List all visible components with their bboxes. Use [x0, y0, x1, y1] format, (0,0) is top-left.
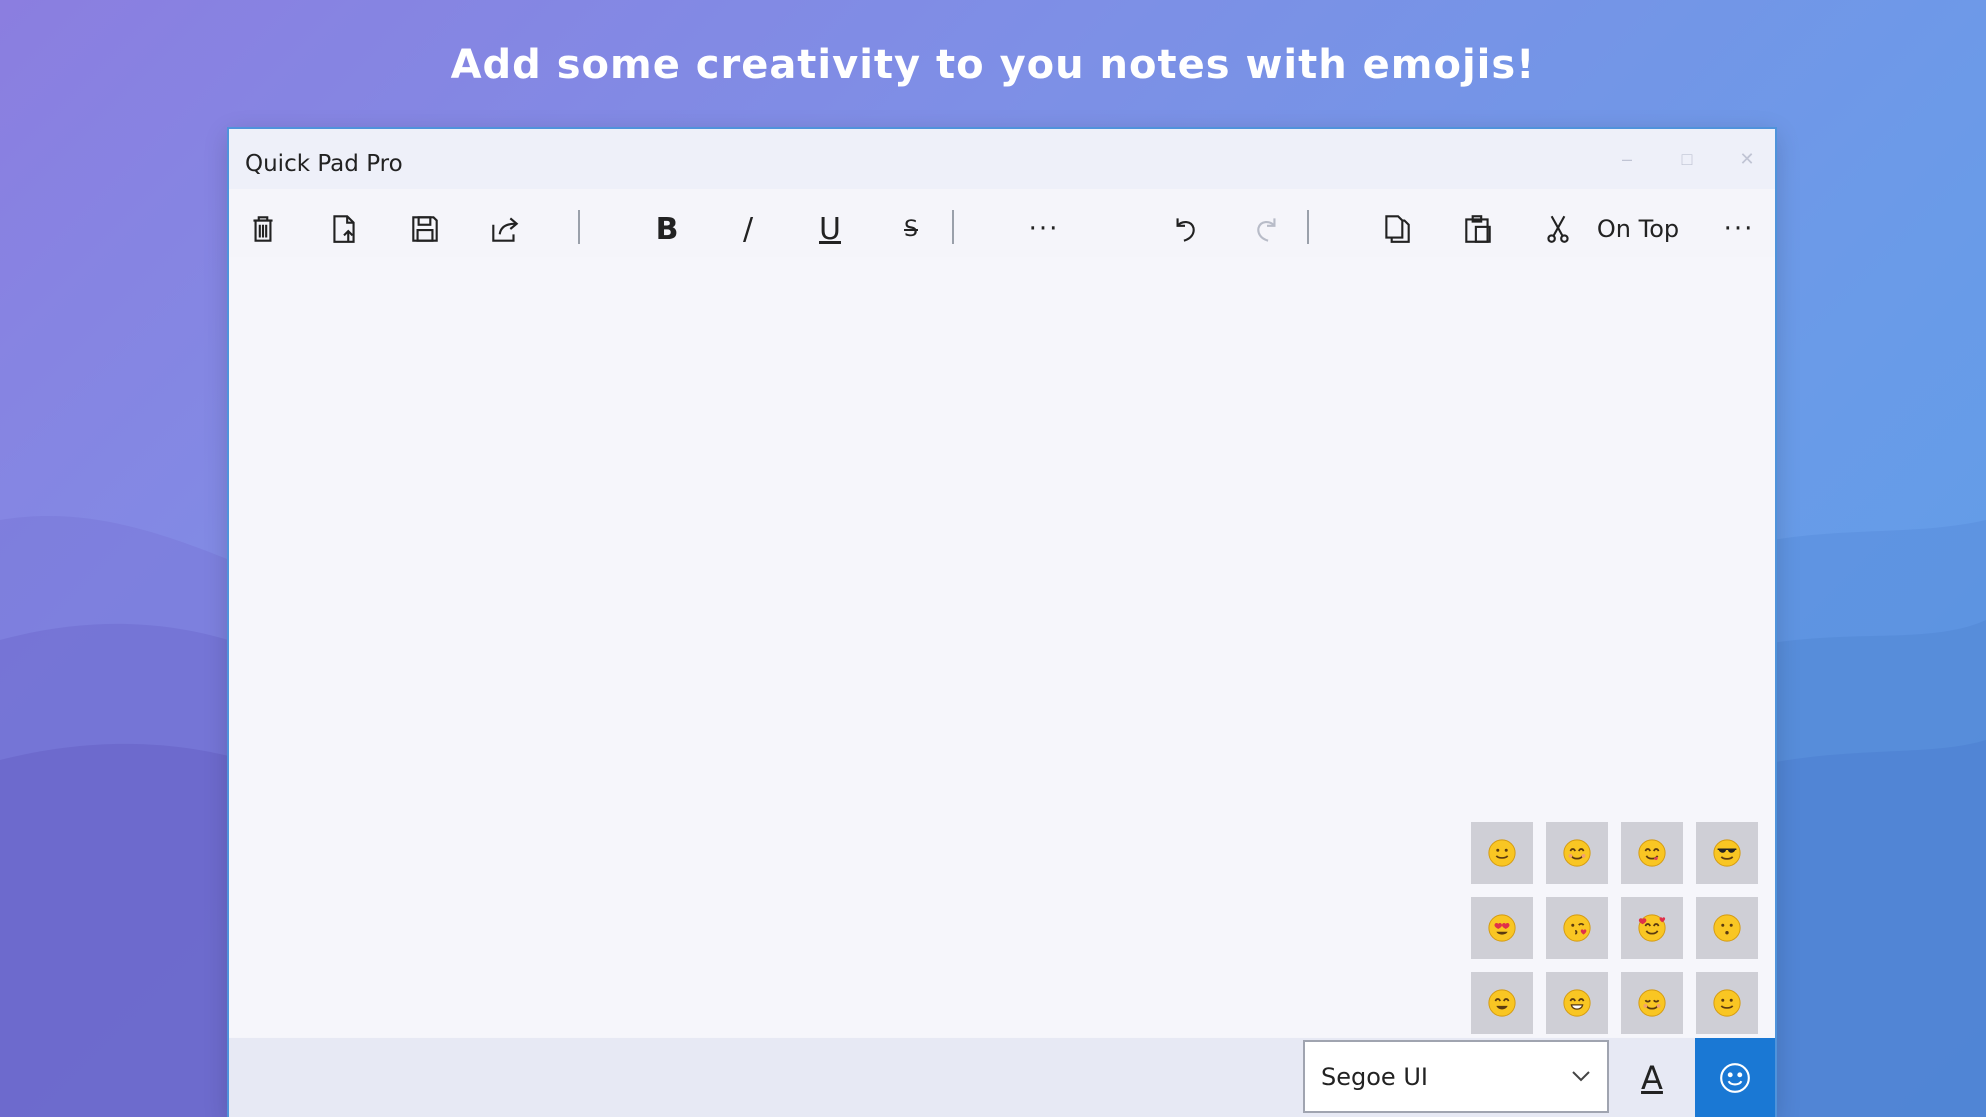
- bold-button[interactable]: B: [635, 203, 699, 255]
- strikethrough-icon: S: [904, 216, 918, 242]
- copy-icon: [1385, 215, 1410, 243]
- emoji-smiling-face-with-heart-eyes[interactable]: [1471, 897, 1533, 959]
- emoji-face-blowing-a-kiss[interactable]: [1546, 897, 1608, 959]
- face-savoring-food-icon: [1638, 839, 1666, 867]
- emoji-picker-panel: [1471, 822, 1775, 1044]
- delete-icon: [253, 216, 273, 242]
- undo-icon: [1176, 218, 1195, 242]
- minimize-button[interactable]: –: [1597, 141, 1657, 177]
- save-button[interactable]: [393, 203, 457, 255]
- emoji-smiling-face-with-sunglasses[interactable]: [1696, 822, 1758, 884]
- emoji-smiling-face-with-hearts[interactable]: [1621, 897, 1683, 959]
- smiling-face-with-smiling-eyes-icon: [1563, 839, 1591, 867]
- toolbar-separator: [578, 210, 580, 244]
- emoji-icon: [1720, 1062, 1750, 1093]
- font-family-value: Segoe UI: [1321, 1062, 1428, 1091]
- emoji-slightly-smiling-face[interactable]: [1696, 972, 1758, 1034]
- new-document-icon: [333, 215, 355, 243]
- font-family-select[interactable]: Segoe UI: [1303, 1040, 1609, 1113]
- smiling-face-with-heart-eyes-icon: [1488, 914, 1516, 942]
- cut-icon: [1547, 215, 1569, 243]
- hushed-face-icon: [1713, 914, 1741, 942]
- underline-button[interactable]: U: [798, 203, 862, 255]
- cut-button[interactable]: [1526, 203, 1590, 255]
- close-button[interactable]: ✕: [1717, 141, 1775, 177]
- promo-headline: Add some creativity to you notes with em…: [450, 42, 1536, 88]
- emoji-button[interactable]: [1695, 1038, 1775, 1117]
- copy-button[interactable]: [1365, 203, 1429, 255]
- emoji-smiling-face-with-smiling-eyes[interactable]: [1546, 822, 1608, 884]
- paste-icon: [1465, 215, 1491, 243]
- more-options-icon: ···: [1723, 214, 1755, 244]
- chevron-down-icon: [1572, 1071, 1590, 1082]
- toolbar-separator: [1307, 210, 1309, 244]
- smiling-face-with-hearts-icon: [1638, 914, 1666, 942]
- toolbar-separator: [952, 210, 954, 244]
- underline-icon: U: [819, 211, 841, 247]
- maximize-button[interactable]: □: [1657, 141, 1717, 177]
- delete-button[interactable]: [231, 203, 295, 255]
- emoji-face-savoring-food[interactable]: [1621, 822, 1683, 884]
- title-bar: Quick Pad Pro – □ ✕: [229, 129, 1775, 189]
- emoji-slightly-smiling-face[interactable]: [1471, 822, 1533, 884]
- share-icon: [492, 217, 519, 242]
- emoji-grinning-squinting-face[interactable]: [1471, 972, 1533, 1034]
- emoji-relieved-smiling-face[interactable]: [1621, 972, 1683, 1034]
- share-button[interactable]: [473, 203, 537, 255]
- more-options-button[interactable]: ···: [1707, 203, 1771, 255]
- save-icon: [412, 216, 438, 242]
- redo-icon: [1257, 218, 1276, 242]
- bold-icon: B: [655, 211, 679, 247]
- redo-button[interactable]: [1235, 203, 1299, 255]
- app-title: Quick Pad Pro: [245, 151, 403, 177]
- italic-icon: /: [742, 211, 754, 247]
- new-document-button[interactable]: [312, 203, 376, 255]
- smiling-face-with-sunglasses-icon: [1713, 839, 1741, 867]
- more-formatting-button[interactable]: ···: [1012, 203, 1076, 255]
- more-formatting-icon: ···: [1028, 214, 1060, 244]
- font-color-button[interactable]: A: [1611, 1038, 1693, 1117]
- paste-button[interactable]: [1446, 203, 1510, 255]
- emoji-hushed-face[interactable]: [1696, 897, 1758, 959]
- undo-button[interactable]: [1153, 203, 1217, 255]
- font-color-icon: A: [1641, 1058, 1663, 1097]
- emoji-beaming-face[interactable]: [1546, 972, 1608, 1034]
- on-top-button[interactable]: On Top: [1583, 203, 1693, 255]
- app-window: Quick Pad Pro – □ ✕ B / U S ··· On Top ·…: [229, 129, 1775, 1117]
- grinning-squinting-face-icon: [1488, 989, 1516, 1017]
- relieved-smiling-face-icon: [1638, 989, 1666, 1017]
- face-blowing-a-kiss-icon: [1563, 914, 1591, 942]
- italic-button[interactable]: /: [716, 203, 780, 255]
- slightly-smiling-face-icon: [1488, 839, 1516, 867]
- beaming-face-icon: [1563, 989, 1591, 1017]
- strikethrough-button[interactable]: S: [879, 203, 943, 255]
- slightly-smiling-face-icon: [1713, 989, 1741, 1017]
